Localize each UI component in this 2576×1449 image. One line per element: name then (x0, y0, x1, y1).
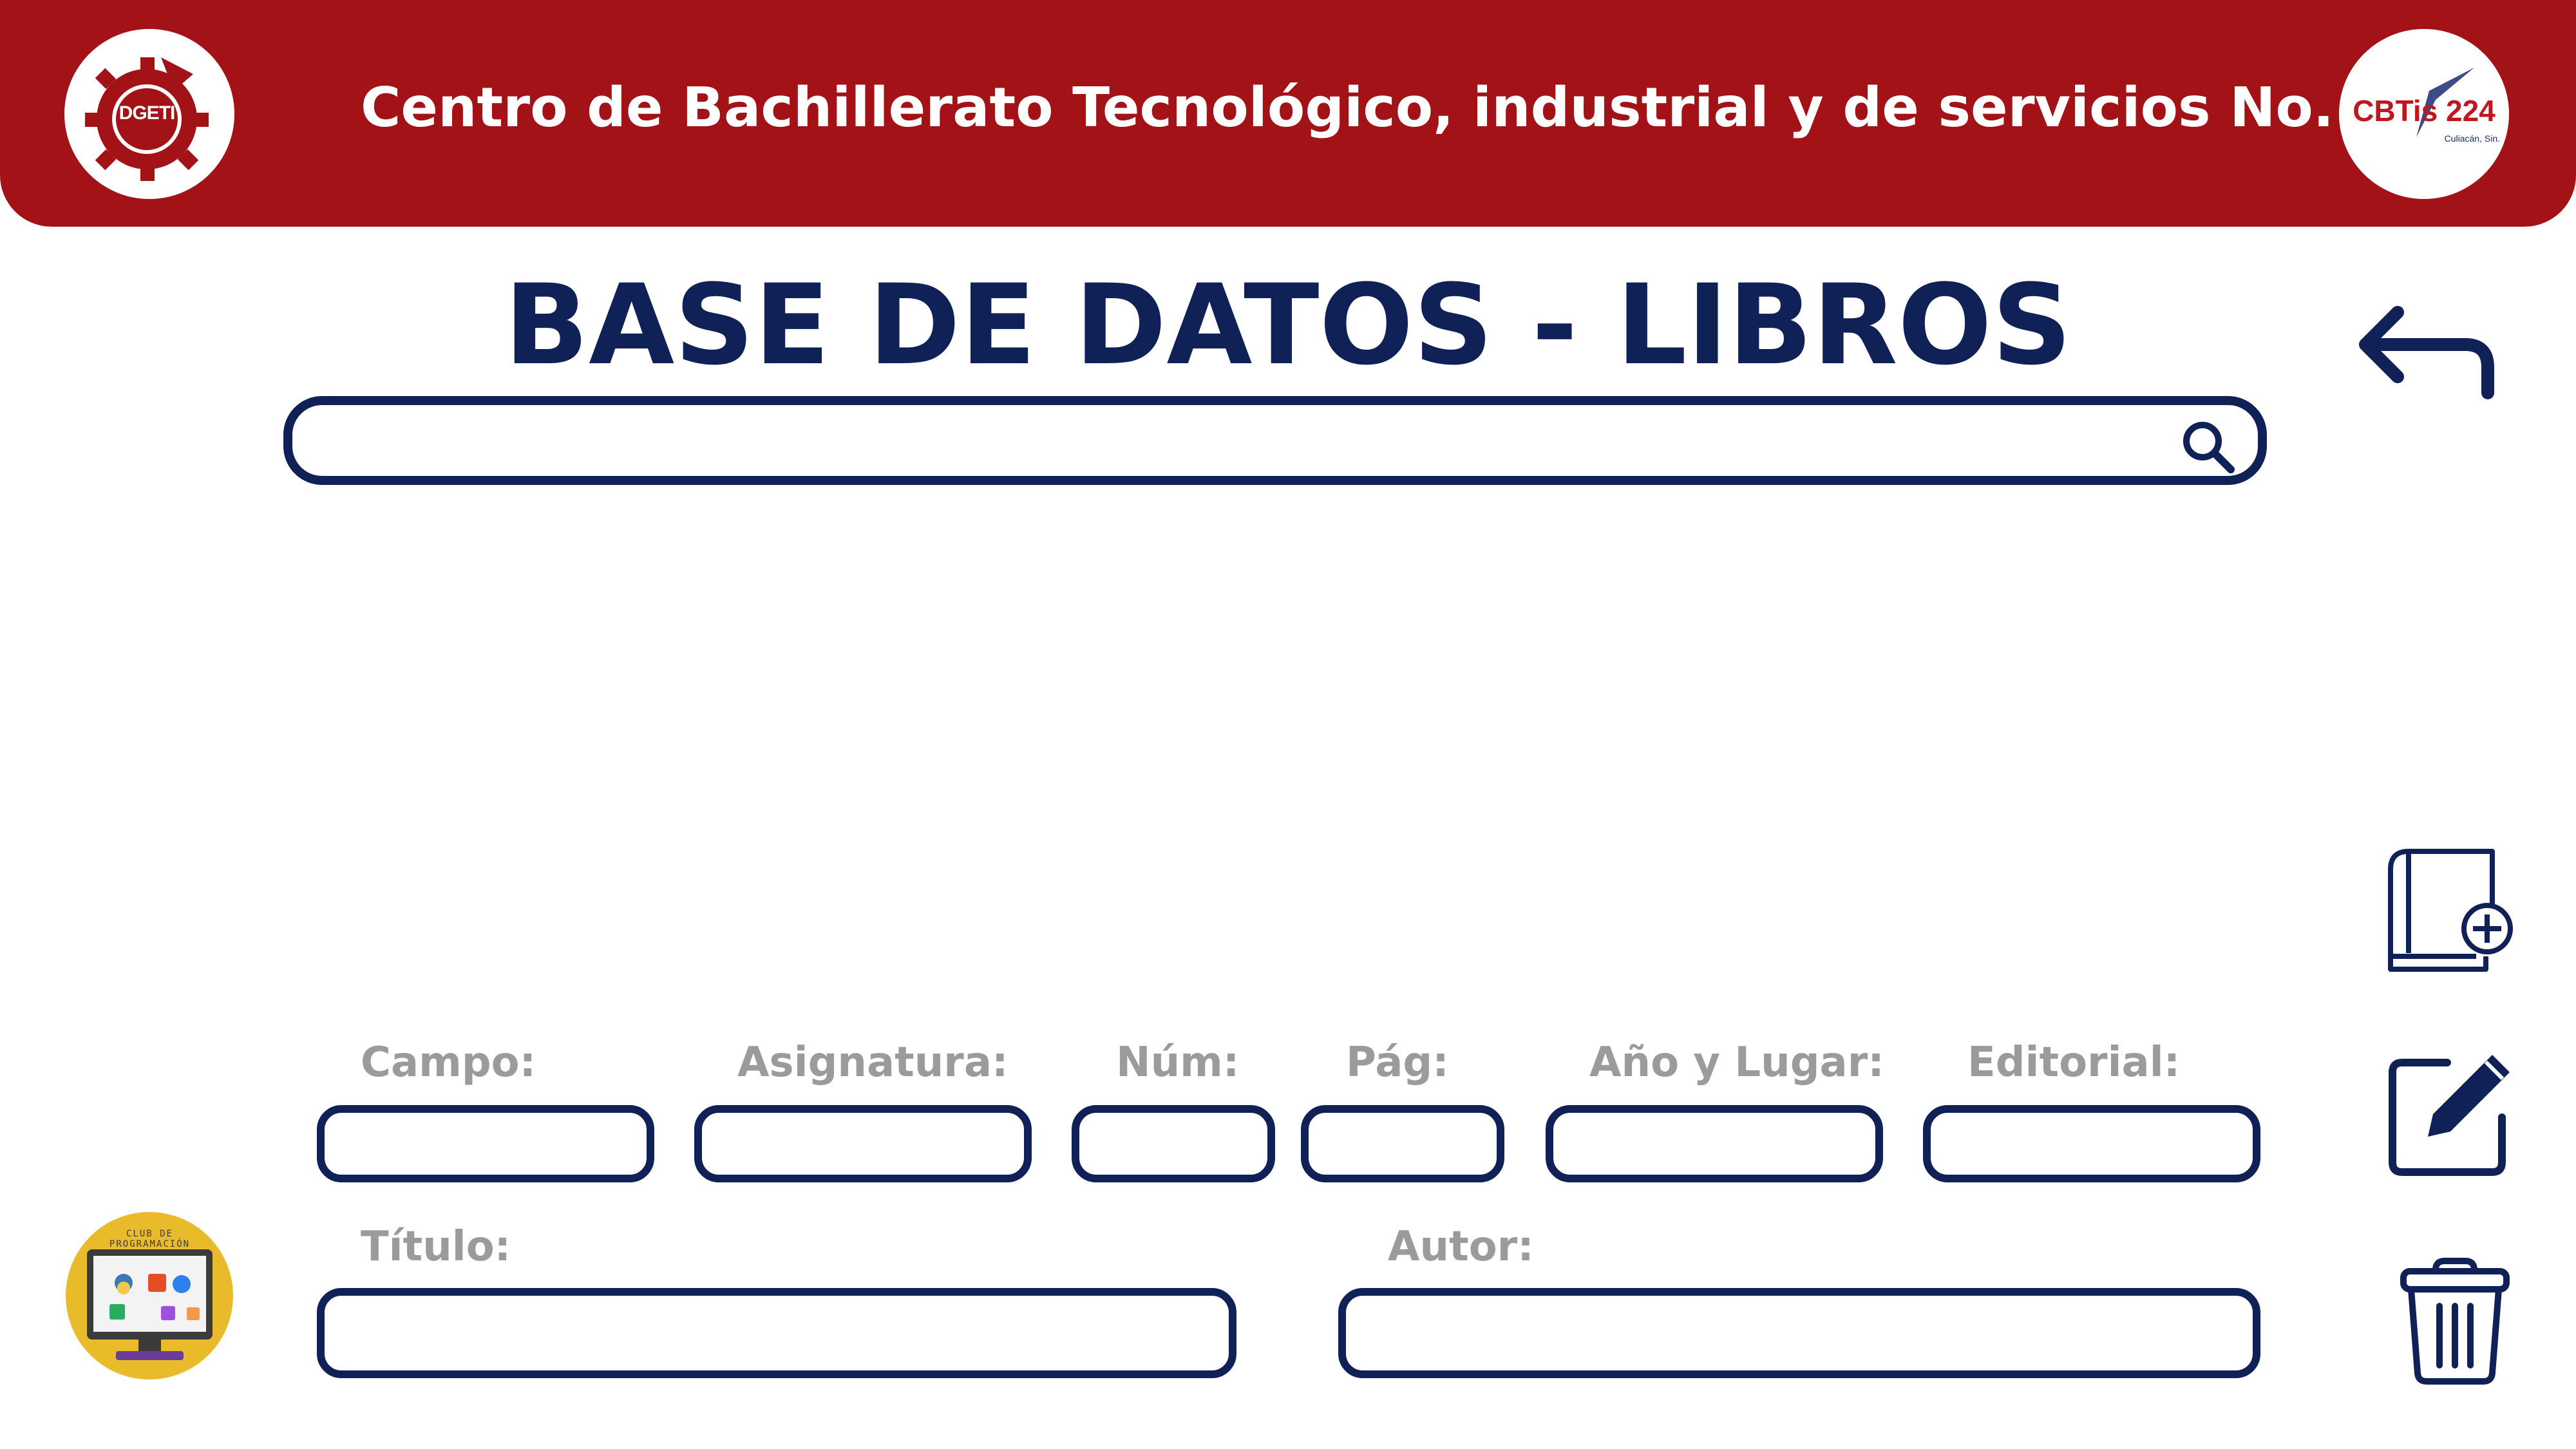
search-icon (2183, 422, 2235, 473)
editorial-field[interactable] (1923, 1105, 2260, 1182)
page-title: BASE DE DATOS - LIBROS (504, 260, 2072, 390)
edit-icon (2389, 1055, 2510, 1176)
campo-label: Campo: (361, 1039, 536, 1086)
num-field[interactable] (1072, 1105, 1275, 1182)
club-logo-text: CLUB DE PROGRAMACIÓN (109, 1229, 191, 1249)
school-name: Centro de Bachillerato Tecnológico, indu… (361, 76, 2468, 140)
autor-field[interactable] (1338, 1288, 2260, 1378)
campo-field[interactable] (317, 1105, 654, 1182)
club-de-programacion-logo: CLUB DE PROGRAMACIÓN (64, 1211, 235, 1381)
search-bar (283, 396, 2267, 485)
asignatura-field[interactable] (694, 1105, 1032, 1182)
num-label: Núm: (1116, 1039, 1240, 1086)
header-bar: DGETI Centro de Bachillerato Tecnológico… (0, 0, 2576, 227)
anio-lugar-label: Año y Lugar: (1589, 1039, 1884, 1086)
pag-label: Pág: (1346, 1039, 1449, 1086)
dgeti-logo-text: DGETI (118, 102, 176, 124)
cbtis-logo: CBTis 224 Culiacán, Sin. (2339, 29, 2509, 199)
anio-lugar-field[interactable] (1546, 1105, 1883, 1182)
cbtis-logo-subtext: Culiacán, Sin. (2444, 133, 2500, 144)
add-book-icon (2388, 849, 2513, 972)
asignatura-label: Asignatura: (737, 1039, 1009, 1086)
back-arrow-icon (2359, 306, 2494, 399)
trash-icon (2400, 1258, 2510, 1385)
titulo-label: Título: (361, 1223, 511, 1271)
delete-button[interactable] (2391, 1256, 2519, 1385)
search-button[interactable] (2179, 418, 2237, 476)
edit-button[interactable] (2383, 1046, 2524, 1182)
search-input[interactable] (318, 412, 2163, 477)
editorial-label: Editorial: (1967, 1039, 2181, 1086)
cbtis-logo-text: CBTis 224 (2353, 94, 2496, 128)
back-button[interactable] (2349, 296, 2497, 406)
add-book-button[interactable] (2383, 844, 2524, 979)
titulo-field[interactable] (317, 1288, 1236, 1378)
dgeti-logo: DGETI (64, 29, 234, 199)
autor-label: Autor: (1388, 1223, 1534, 1271)
pag-field[interactable] (1301, 1105, 1504, 1182)
